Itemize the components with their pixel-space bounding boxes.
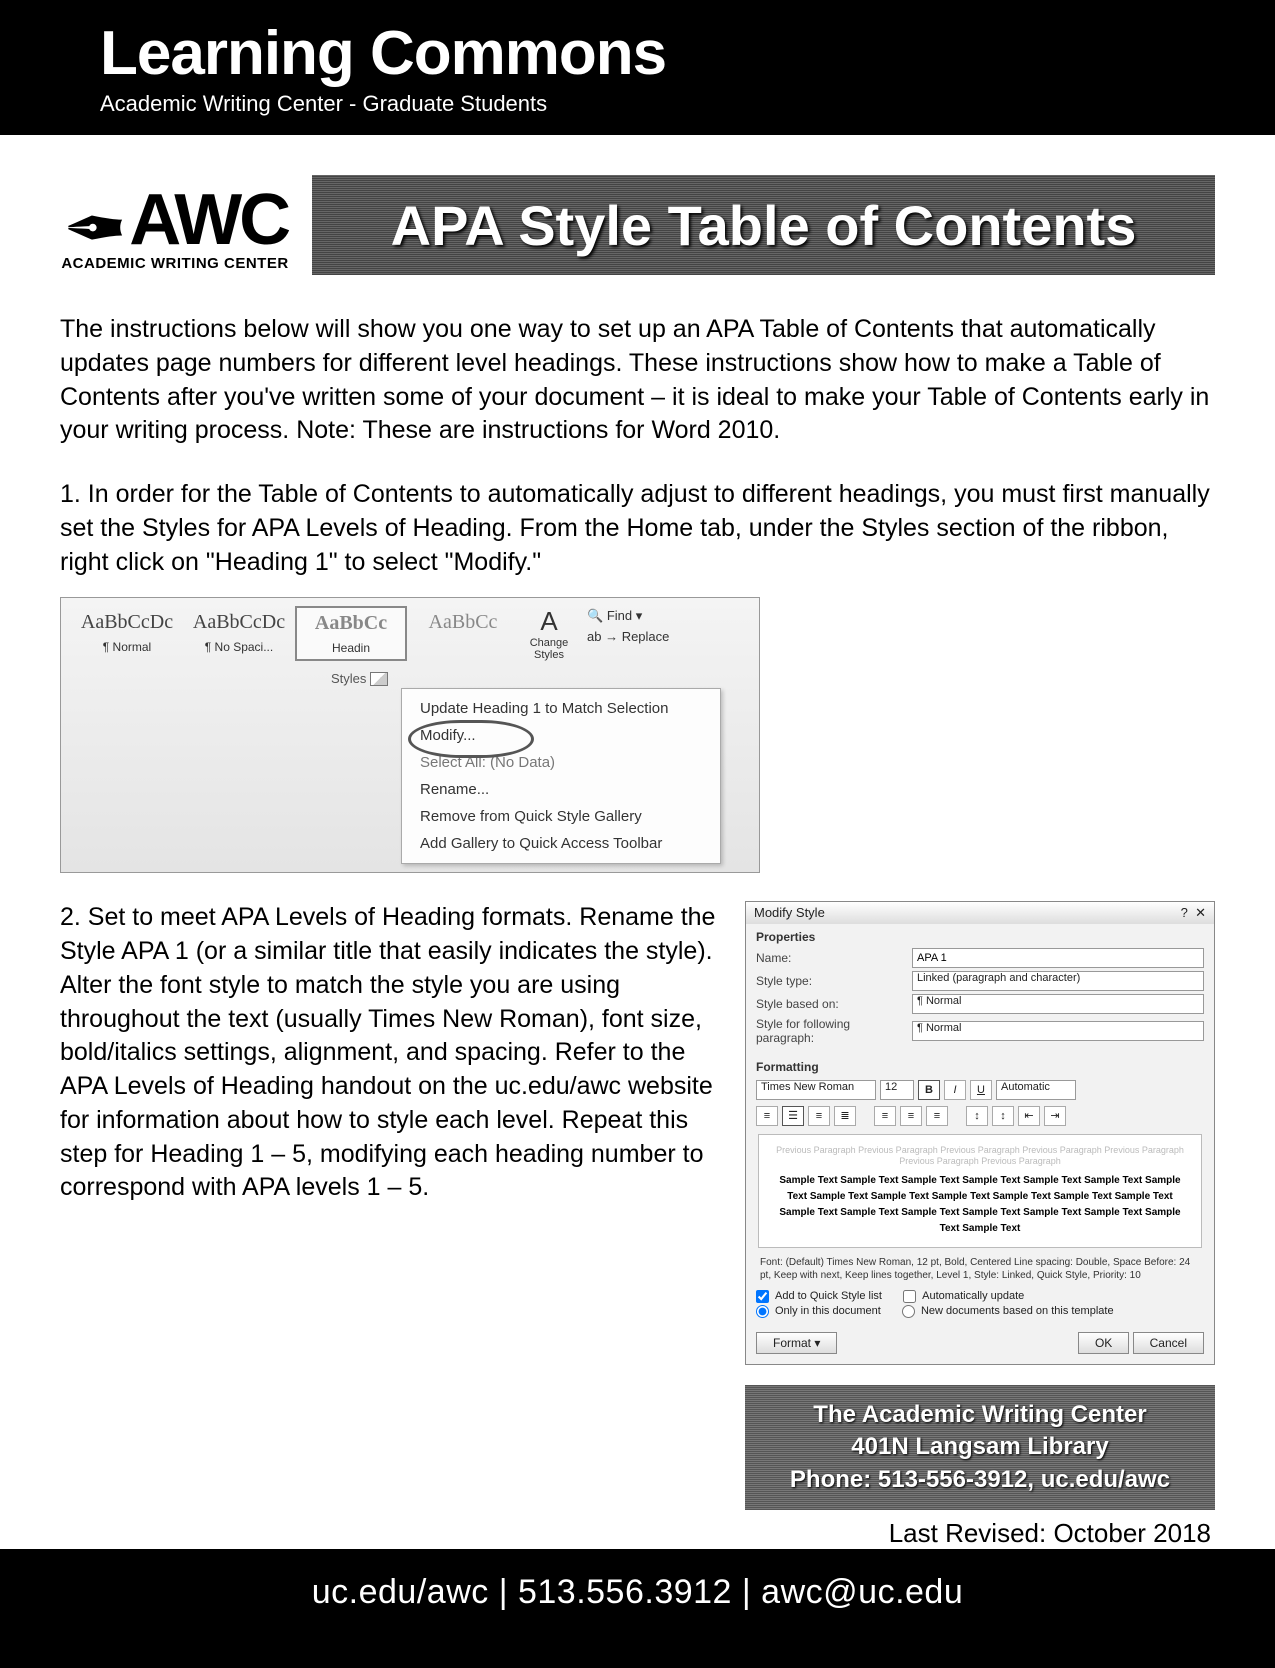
step-1-text: 1. In order for the Table of Contents to… xyxy=(60,478,1215,579)
page-footer: uc.edu/awc | 513.556.3912 | awc@uc.edu xyxy=(0,1549,1275,1668)
style-name-input[interactable] xyxy=(912,948,1204,968)
cancel-button[interactable]: Cancel xyxy=(1133,1332,1204,1354)
style-heading1[interactable]: AaBbCc Headin xyxy=(295,606,407,661)
intro-paragraph: The instructions below will show you one… xyxy=(60,313,1215,448)
style-based-on-select[interactable]: ¶ Normal xyxy=(912,994,1204,1014)
word-ribbon-screenshot: AaBbCcDc ¶ Normal AaBbCcDc ¶ No Spaci...… xyxy=(60,597,760,873)
last-revised: Last Revised: October 2018 xyxy=(745,1518,1215,1549)
ctx-update[interactable]: Update Heading 1 to Match Selection xyxy=(402,695,720,722)
ctx-add-toolbar[interactable]: Add Gallery to Quick Access Toolbar xyxy=(402,830,720,857)
auto-update-checkbox[interactable] xyxy=(903,1290,916,1303)
line-spacing-2[interactable]: ≡ xyxy=(900,1106,922,1126)
space-after-button[interactable]: ↕ xyxy=(992,1106,1014,1126)
header-title: Learning Commons xyxy=(100,18,1275,89)
styles-dialog-launcher-icon[interactable] xyxy=(370,672,388,686)
indent-left-button[interactable]: ⇤ xyxy=(1018,1106,1040,1126)
contact-info-box: The Academic Writing Center 401N Langsam… xyxy=(745,1385,1215,1510)
modify-style-dialog: Modify Style ? ✕ Properties Name: Style … xyxy=(745,901,1215,1365)
line-spacing-3[interactable]: ≡ xyxy=(926,1106,948,1126)
quill-icon: ✒ xyxy=(62,198,127,260)
step-2-text: 2. Set to meet APA Levels of Heading for… xyxy=(60,901,721,1205)
italic-button[interactable]: I xyxy=(944,1080,966,1100)
style-description: Font: (Default) Times New Roman, 12 pt, … xyxy=(756,1256,1204,1288)
replace-button[interactable]: ab → Replace xyxy=(587,627,689,648)
size-select[interactable]: 12 xyxy=(880,1080,914,1100)
change-styles-icon: A xyxy=(519,606,579,637)
only-doc-radio[interactable] xyxy=(756,1305,769,1318)
align-center-button[interactable]: ☰ xyxy=(782,1106,804,1126)
color-select[interactable]: Automatic xyxy=(996,1080,1076,1100)
editing-group: 🔍 Find ▾ ab → Replace xyxy=(579,606,689,648)
font-select[interactable]: Times New Roman xyxy=(756,1080,876,1100)
add-quick-style-checkbox[interactable] xyxy=(756,1290,769,1303)
page-title-banner: APA Style Table of Contents xyxy=(312,175,1215,275)
ctx-remove[interactable]: Remove from Quick Style Gallery xyxy=(402,803,720,830)
awc-logo: ✒ AWC ACADEMIC WRITING CENTER xyxy=(60,165,290,285)
style-preview: Previous Paragraph Previous Paragraph Pr… xyxy=(758,1134,1202,1248)
space-before-button[interactable]: ↕ xyxy=(966,1106,988,1126)
header-subtitle: Academic Writing Center - Graduate Stude… xyxy=(100,91,1275,117)
style-heading2[interactable]: AaBbCc xyxy=(407,606,519,645)
format-button[interactable]: Format ▾ xyxy=(756,1332,837,1354)
ctx-rename[interactable]: Rename... xyxy=(402,776,720,803)
styles-group-label: Styles xyxy=(331,671,388,687)
line-spacing-1[interactable]: ≡ xyxy=(874,1106,896,1126)
find-button[interactable]: 🔍 Find ▾ xyxy=(587,606,689,627)
align-right-button[interactable]: ≡ xyxy=(808,1106,830,1126)
indent-right-button[interactable]: ⇥ xyxy=(1044,1106,1066,1126)
style-no-spacing[interactable]: AaBbCcDc ¶ No Spaci... xyxy=(183,606,295,659)
logo-abbr: AWC xyxy=(129,179,288,261)
style-normal[interactable]: AaBbCcDc ¶ Normal xyxy=(71,606,183,659)
dialog-controls: ? ✕ xyxy=(1181,905,1206,921)
dialog-title: Modify Style xyxy=(754,905,825,921)
align-left-button[interactable]: ≡ xyxy=(756,1106,778,1126)
formatting-heading: Formatting xyxy=(756,1060,1204,1074)
style-type-select[interactable]: Linked (paragraph and character) xyxy=(912,971,1204,991)
justify-button[interactable]: ≣ xyxy=(834,1106,856,1126)
bold-button[interactable]: B xyxy=(918,1080,940,1100)
underline-button[interactable]: U xyxy=(970,1080,992,1100)
style-following-select[interactable]: ¶ Normal xyxy=(912,1021,1204,1041)
context-menu: Update Heading 1 to Match Selection Modi… xyxy=(401,688,721,864)
change-styles-button[interactable]: A Change Styles xyxy=(519,606,579,661)
ok-button[interactable]: OK xyxy=(1078,1332,1129,1354)
ctx-modify[interactable]: Modify... xyxy=(402,722,720,749)
properties-heading: Properties xyxy=(756,930,1204,944)
page-header: Learning Commons Academic Writing Center… xyxy=(0,0,1275,135)
new-template-radio[interactable] xyxy=(902,1305,915,1318)
